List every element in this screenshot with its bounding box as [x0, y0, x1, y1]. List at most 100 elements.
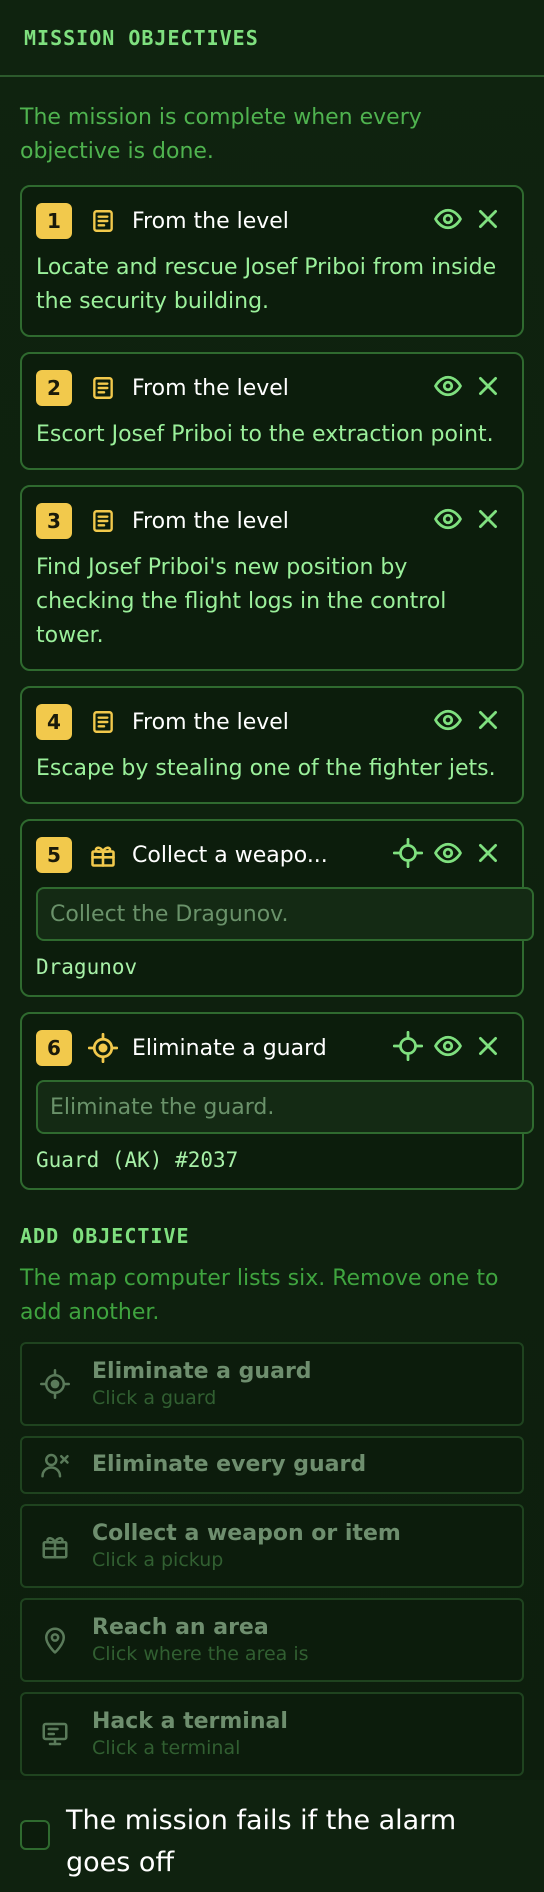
close-icon: [475, 506, 501, 536]
objective-title: From the level: [132, 208, 289, 234]
show-button[interactable]: [428, 704, 468, 740]
add-eliminate-every-guard-button[interactable]: Eliminate every guard: [20, 1436, 524, 1494]
objective-number: 5: [36, 837, 72, 873]
add-item-text: Hack a terminal Click a terminal: [92, 1708, 288, 1760]
objective-title: From the level: [132, 709, 289, 735]
objective-title: From the level: [132, 508, 289, 534]
eye-icon: [433, 204, 463, 238]
remove-button[interactable]: [468, 837, 508, 873]
add-item-label: Reach an area: [92, 1615, 269, 1640]
panel-title: MISSION OBJECTIVES: [24, 26, 259, 50]
objective-text-input[interactable]: [36, 1080, 534, 1134]
crosshair-icon: [392, 1030, 424, 1065]
person-remove-icon: [38, 1448, 72, 1482]
remove-button[interactable]: [468, 203, 508, 239]
add-item-text: Reach an area Click where the area is: [92, 1614, 309, 1666]
show-button[interactable]: [428, 1030, 468, 1066]
remove-button[interactable]: [468, 1030, 508, 1066]
alarm-fail-checkbox[interactable]: [20, 1820, 50, 1850]
objective-description: Locate and rescue Josef Priboi from insi…: [36, 255, 497, 314]
add-item-text: Collect a weapon or item Click a pickup: [92, 1520, 401, 1572]
add-item-text: Eliminate every guard: [92, 1451, 366, 1479]
close-icon: [475, 1033, 501, 1063]
objective-description: Escape by stealing one of the fighter je…: [36, 756, 496, 781]
add-reach-area-button[interactable]: Reach an area Click where the area is: [20, 1598, 524, 1682]
objective-description: Find Josef Priboi's new position by chec…: [36, 555, 447, 648]
close-icon: [475, 206, 501, 236]
add-item-hint: Click a terminal: [92, 1737, 241, 1759]
objective-number: 2: [36, 370, 72, 406]
objective-actions: [388, 837, 508, 873]
target-icon: [88, 1033, 118, 1063]
add-item-label: Hack a terminal: [92, 1709, 288, 1734]
objective-title: Collect a weapo...: [132, 842, 328, 868]
objective-title: Eliminate a guard: [132, 1035, 327, 1061]
add-item-text: Eliminate a guard Click a guard: [92, 1358, 312, 1410]
document-icon: [88, 506, 118, 536]
gift-icon: [38, 1529, 72, 1563]
objective-actions: [428, 503, 508, 539]
objective-header: 2 From the level: [36, 370, 508, 406]
add-hack-terminal-button[interactable]: Hack a terminal Click a terminal: [20, 1692, 524, 1776]
objective-card: 5 Collect a weapo... Collect the Draguno…: [20, 819, 534, 997]
objective-card: 4 From the level Escape by stealing one …: [20, 686, 524, 804]
eye-icon: [433, 705, 463, 739]
target-icon: [38, 1367, 72, 1401]
eye-icon: [433, 371, 463, 405]
show-button[interactable]: [428, 503, 468, 539]
remove-button[interactable]: [468, 503, 508, 539]
panel-header: MISSION OBJECTIVES: [0, 0, 544, 77]
alarm-fail-label: The mission fails if the alarm goes off: [66, 1805, 457, 1878]
add-item-hint: Click where the area is: [92, 1643, 309, 1665]
add-eliminate-guard-button[interactable]: Eliminate a guard Click a guard: [20, 1342, 524, 1426]
show-button[interactable]: [428, 837, 468, 873]
eye-icon: [433, 838, 463, 872]
close-icon: [475, 707, 501, 737]
objective-header: 1 From the level: [36, 203, 508, 239]
objective-header: 5 Collect a weapo...: [36, 837, 508, 873]
remove-button[interactable]: [468, 704, 508, 740]
objective-actions: [428, 370, 508, 406]
add-item-label: Collect a weapon or item: [92, 1521, 401, 1546]
document-icon: [88, 206, 118, 236]
eye-icon: [433, 504, 463, 538]
show-button[interactable]: [428, 203, 468, 239]
objective-card: 1 From the level Locate and rescue Josef…: [20, 185, 524, 337]
crosshair-icon: [392, 837, 424, 872]
document-icon: [88, 707, 118, 737]
terminal-icon: [38, 1717, 72, 1751]
add-objective-help: The map computer lists six. Remove one t…: [20, 1266, 499, 1325]
add-item-label: Eliminate a guard: [92, 1359, 312, 1384]
mission-objectives-panel: MISSION OBJECTIVES The mission is comple…: [0, 0, 544, 1892]
objective-actions: [388, 1030, 508, 1066]
document-icon: [88, 373, 118, 403]
add-item-label: Eliminate every guard: [92, 1452, 367, 1477]
objective-actions: [428, 203, 508, 239]
objective-number: 3: [36, 503, 72, 539]
close-icon: [475, 373, 501, 403]
objective-title: From the level: [132, 375, 289, 401]
add-objective-list: Eliminate a guard Click a guard Eliminat…: [20, 1342, 524, 1804]
objective-number: 1: [36, 203, 72, 239]
alarm-footer: The mission fails if the alarm goes off: [0, 1780, 544, 1892]
remove-button[interactable]: [468, 370, 508, 406]
objective-number: 6: [36, 1030, 72, 1066]
objective-card: 6 Eliminate a guard Eliminate the guard.…: [20, 1012, 534, 1190]
objectives-list: 1 From the level Locate and rescue Josef…: [0, 185, 544, 1190]
add-collect-item-button[interactable]: Collect a weapon or item Click a pickup: [20, 1504, 524, 1588]
locate-button[interactable]: [388, 1030, 428, 1066]
map-pin-icon: [38, 1623, 72, 1657]
objective-target: Guard (AK) #2037: [36, 1148, 239, 1172]
objective-card: 3 From the level Find Josef Priboi's new…: [20, 485, 524, 671]
objective-header: 4 From the level: [36, 704, 508, 740]
intro-text: The mission is complete when every objec…: [20, 105, 422, 164]
objective-number: 4: [36, 704, 72, 740]
show-button[interactable]: [428, 370, 468, 406]
objective-text-input[interactable]: [36, 887, 534, 941]
add-item-hint: Click a pickup: [92, 1549, 224, 1571]
objective-actions: [428, 704, 508, 740]
gift-icon: [88, 840, 118, 870]
objective-header: 6 Eliminate a guard: [36, 1030, 508, 1066]
objective-header: 3 From the level: [36, 503, 508, 539]
locate-button[interactable]: [388, 837, 428, 873]
